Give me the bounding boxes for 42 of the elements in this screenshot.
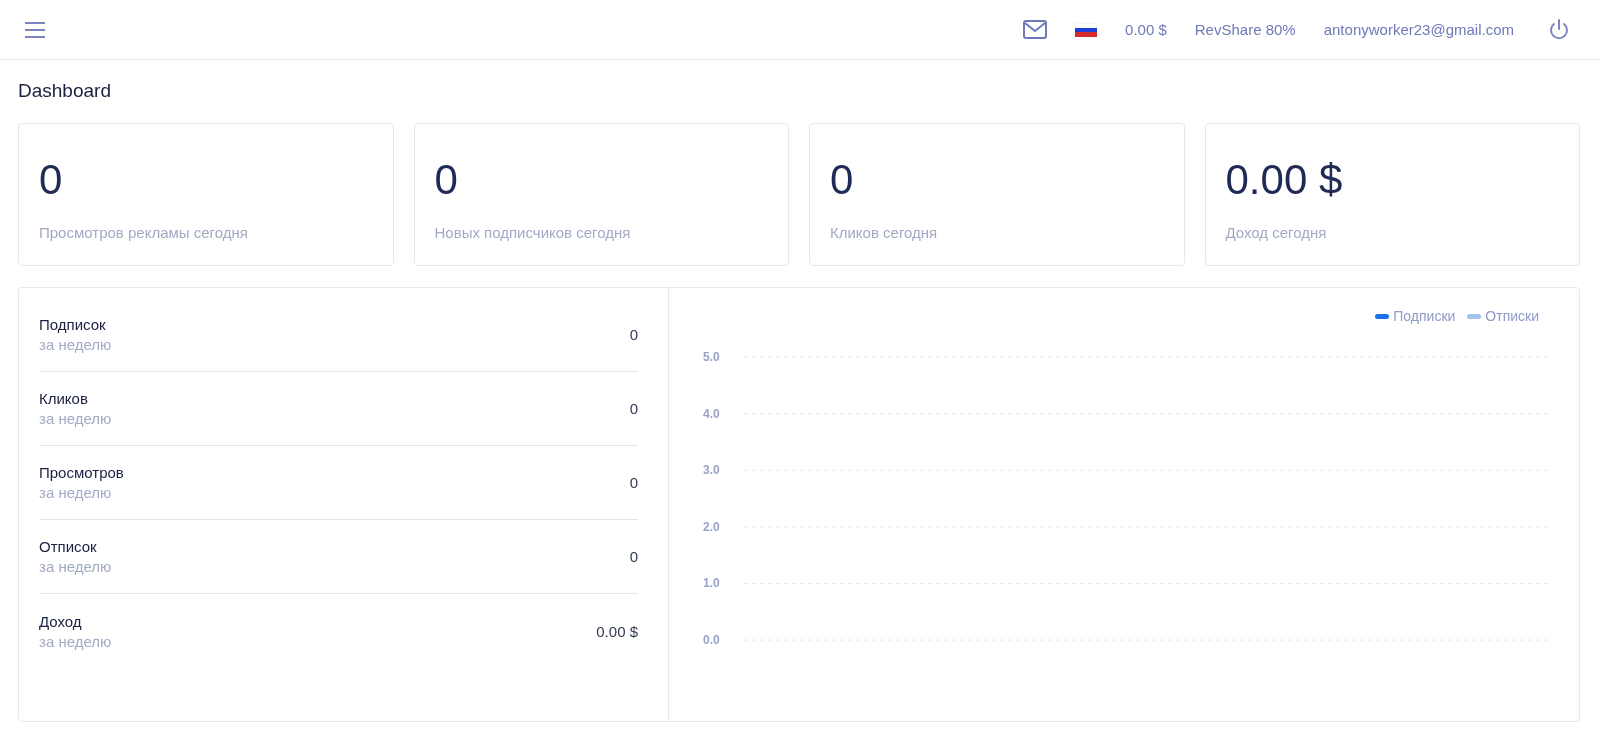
metric-value: 0 — [629, 326, 638, 343]
mail-button[interactable] — [1023, 20, 1048, 39]
y-tick-label: 4.0 — [703, 406, 720, 421]
stat-value: 0.00 $ — [1225, 155, 1343, 205]
y-tick-label: 0.0 — [703, 633, 720, 647]
mail-icon — [1023, 20, 1048, 39]
metric-title: Просмотров — [39, 464, 124, 481]
revshare-text: RevShare 80% — [1194, 21, 1296, 38]
legend-label[interactable]: Подписки — [1393, 308, 1456, 324]
metric-value: 0 — [629, 400, 638, 417]
metric-title: Подписок — [39, 316, 106, 333]
y-tick-label: 1.0 — [703, 576, 720, 591]
power-icon — [1548, 18, 1570, 41]
page-title: Dashboard — [18, 80, 111, 102]
metric-value: 0.00 $ — [596, 622, 638, 640]
y-tick-label: 3.0 — [703, 463, 720, 478]
metric-title: Кликов — [39, 390, 88, 407]
stat-label: Кликов сегодня — [830, 224, 938, 241]
flag-icon[interactable] — [1075, 22, 1098, 37]
y-tick-label: 5.0 — [703, 350, 720, 364]
stat-value: 0 — [39, 155, 63, 205]
balance-text: 0.00 $ — [1125, 21, 1167, 38]
metric-period: за неделю — [39, 410, 112, 427]
legend-label[interactable]: Отписки — [1485, 308, 1539, 324]
menu-icon — [24, 20, 46, 39]
stat-label: Просмотров рекламы сегодня — [39, 224, 248, 241]
stat-label: Новых подписчиков сегодня — [434, 224, 631, 241]
metric-period: за неделю — [39, 558, 112, 575]
stat-value: 0 — [434, 155, 458, 205]
metric-period: за неделю — [39, 632, 112, 650]
metric-period: за неделю — [39, 484, 112, 501]
metric-value: 0 — [629, 548, 638, 565]
power-button[interactable] — [1548, 18, 1570, 41]
metric-title: Отписок — [39, 538, 97, 555]
menu-button[interactable] — [24, 20, 46, 39]
email-text: antonyworker23@gmail.com — [1323, 21, 1514, 38]
stat-value: 0 — [830, 155, 854, 205]
stat-label: Доход сегодня — [1225, 224, 1327, 241]
metric-period: за неделю — [39, 336, 112, 353]
metric-value: 0 — [629, 474, 638, 491]
y-tick-label: 2.0 — [703, 519, 720, 534]
metric-title: Доход — [39, 612, 82, 630]
